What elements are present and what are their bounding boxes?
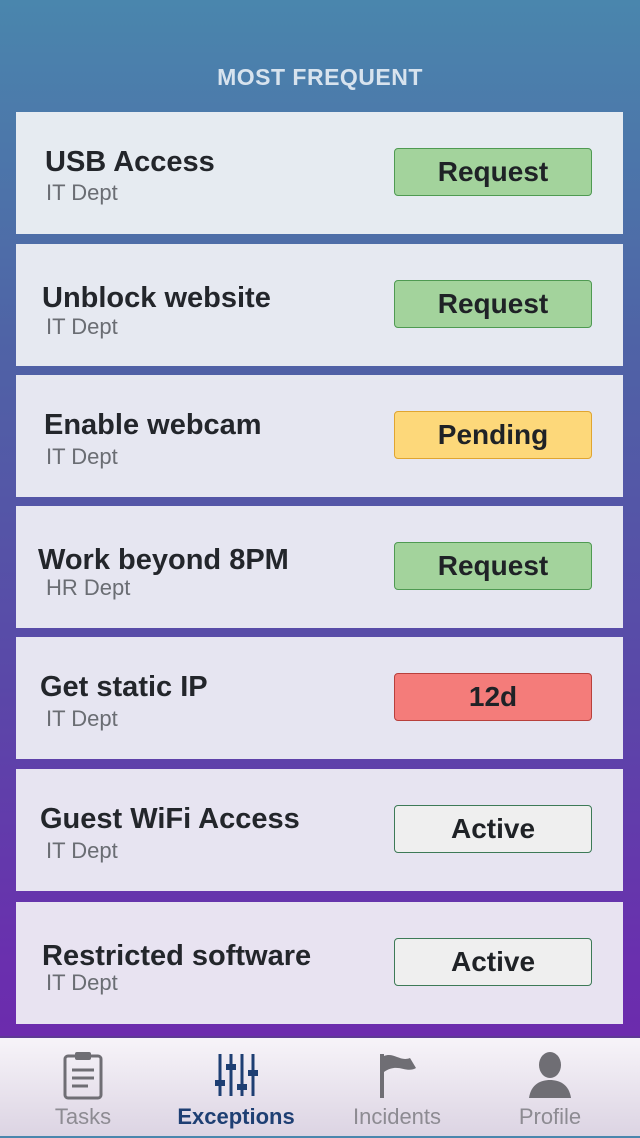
clipboard-icon (60, 1050, 106, 1100)
active-button[interactable]: Active (394, 938, 592, 986)
card-dept: HR Dept (46, 575, 131, 600)
exception-card-unblock-website[interactable]: Unblock website IT Dept Request (16, 244, 623, 366)
days-remaining-badge[interactable]: 12d (394, 673, 592, 721)
exception-card-enable-webcam[interactable]: Enable webcam IT Dept Pending (16, 375, 623, 497)
flag-icon (374, 1050, 420, 1100)
tab-label: Tasks (54, 1104, 112, 1129)
card-title: Restricted software (42, 940, 312, 972)
request-button[interactable]: Request (394, 542, 592, 590)
person-icon (527, 1050, 573, 1100)
tab-incidents[interactable]: Incidents (322, 1038, 472, 1138)
exception-card-guest-wifi-access[interactable]: Guest WiFi Access IT Dept Active (16, 769, 623, 891)
card-title: Get static IP (40, 671, 208, 703)
bottom-tab-bar: Tasks Exceptions Incidents Profile (0, 1036, 640, 1136)
tab-label: Exceptions (177, 1104, 295, 1129)
request-button[interactable]: Request (394, 280, 592, 328)
card-title: Work beyond 8PM (38, 544, 289, 576)
active-button[interactable]: Active (394, 805, 592, 853)
card-dept: IT Dept (46, 838, 118, 863)
exception-card-restricted-software[interactable]: Restricted software IT Dept Active (16, 902, 623, 1024)
card-title: Unblock website (42, 282, 271, 314)
card-dept: IT Dept (46, 314, 118, 339)
card-dept: IT Dept (46, 706, 118, 731)
tab-profile[interactable]: Profile (475, 1038, 625, 1138)
tab-label: Profile (518, 1104, 582, 1129)
card-title: Enable webcam (44, 409, 262, 441)
card-dept: IT Dept (46, 444, 118, 469)
tab-exceptions[interactable]: Exceptions (161, 1038, 311, 1138)
card-dept: IT Dept (46, 970, 118, 995)
tab-label: Incidents (352, 1104, 442, 1129)
request-button[interactable]: Request (394, 148, 592, 196)
exception-card-work-beyond-8pm[interactable]: Work beyond 8PM HR Dept Request (16, 506, 623, 628)
exception-card-usb-access[interactable]: USB Access IT Dept Request (16, 112, 623, 234)
exception-card-get-static-ip[interactable]: Get static IP IT Dept 12d (16, 637, 623, 759)
card-title: Guest WiFi Access (40, 803, 300, 835)
card-title: USB Access (45, 146, 215, 178)
card-dept: IT Dept (46, 180, 118, 205)
sliders-icon (213, 1050, 259, 1100)
tab-tasks[interactable]: Tasks (8, 1038, 158, 1138)
pending-button[interactable]: Pending (394, 411, 592, 459)
section-title: MOST FREQUENT (217, 64, 423, 90)
